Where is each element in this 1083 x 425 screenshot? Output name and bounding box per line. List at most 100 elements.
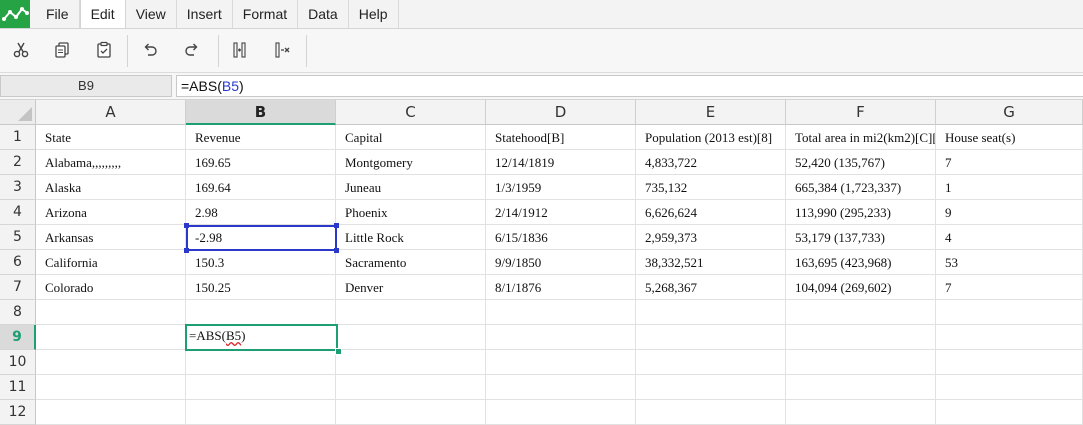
cell-d4[interactable]: 2/14/1912 xyxy=(486,200,636,225)
cell-g12[interactable] xyxy=(936,400,1083,425)
cell-b10[interactable] xyxy=(186,350,336,375)
cell-c7[interactable]: Denver xyxy=(336,275,486,300)
column-header-b[interactable]: B xyxy=(186,100,336,125)
row-header-11[interactable]: 11 xyxy=(0,375,36,400)
cell-c10[interactable] xyxy=(336,350,486,375)
cell-e7[interactable]: 5,268,367 xyxy=(636,275,786,300)
row-header-6[interactable]: 6 xyxy=(0,250,36,275)
cell-g10[interactable] xyxy=(936,350,1083,375)
cell-name-box[interactable]: B9 xyxy=(0,75,172,97)
cell-e10[interactable] xyxy=(636,350,786,375)
cell-b1[interactable]: Revenue xyxy=(186,125,336,150)
cell-e2[interactable]: 4,833,722 xyxy=(636,150,786,175)
cell-e9[interactable] xyxy=(636,325,786,350)
cell-a1[interactable]: State xyxy=(36,125,186,150)
cell-c4[interactable]: Phoenix xyxy=(336,200,486,225)
column-header-f[interactable]: F xyxy=(786,100,936,125)
cell-g7[interactable]: 7 xyxy=(936,275,1083,300)
cell-e12[interactable] xyxy=(636,400,786,425)
cell-b12[interactable] xyxy=(186,400,336,425)
row-header-4[interactable]: 4 xyxy=(0,200,36,225)
cell-d6[interactable]: 9/9/1850 xyxy=(486,250,636,275)
cell-e5[interactable]: 2,959,373 xyxy=(636,225,786,250)
cell-a6[interactable]: California xyxy=(36,250,186,275)
cell-d8[interactable] xyxy=(486,300,636,325)
cell-c11[interactable] xyxy=(336,375,486,400)
cell-f1[interactable]: Total area in mi2(km2)[C][ xyxy=(786,125,936,150)
cell-g3[interactable]: 1 xyxy=(936,175,1083,200)
cell-f11[interactable] xyxy=(786,375,936,400)
row-header-5[interactable]: 5 xyxy=(0,225,36,250)
cell-c5[interactable]: Little Rock xyxy=(336,225,486,250)
cell-a9[interactable] xyxy=(36,325,186,350)
cell-b4[interactable]: 2.98 xyxy=(186,200,336,225)
cell-d2[interactable]: 12/14/1819 xyxy=(486,150,636,175)
row-header-10[interactable]: 10 xyxy=(0,350,36,375)
cell-c1[interactable]: Capital xyxy=(336,125,486,150)
cell-a4[interactable]: Arizona xyxy=(36,200,186,225)
select-all-corner[interactable] xyxy=(0,100,36,125)
undo-button[interactable] xyxy=(137,37,163,63)
cell-f4[interactable]: 113,990 (295,233) xyxy=(786,200,936,225)
cell-e4[interactable]: 6,626,624 xyxy=(636,200,786,225)
cell-b11[interactable] xyxy=(186,375,336,400)
cell-b3[interactable]: 169.64 xyxy=(186,175,336,200)
fill-handle[interactable] xyxy=(335,348,342,355)
cell-b7[interactable]: 150.25 xyxy=(186,275,336,300)
cell-g2[interactable]: 7 xyxy=(936,150,1083,175)
paste-button[interactable] xyxy=(91,37,117,63)
delete-column-button[interactable] xyxy=(270,37,296,63)
menu-format[interactable]: Format xyxy=(233,0,299,28)
column-header-g[interactable]: G xyxy=(936,100,1083,125)
cell-a8[interactable] xyxy=(36,300,186,325)
cut-button[interactable] xyxy=(8,37,34,63)
cell-g9[interactable] xyxy=(936,325,1083,350)
menu-file[interactable]: File xyxy=(36,0,80,28)
cell-f5[interactable]: 53,179 (137,733) xyxy=(786,225,936,250)
cell-f9[interactable] xyxy=(786,325,936,350)
cell-c12[interactable] xyxy=(336,400,486,425)
formula-input[interactable]: =ABS(B5) xyxy=(176,75,1083,97)
cell-g8[interactable] xyxy=(936,300,1083,325)
cell-f6[interactable]: 163,695 (423,968) xyxy=(786,250,936,275)
app-logo[interactable] xyxy=(0,0,30,28)
cell-b6[interactable]: 150.3 xyxy=(186,250,336,275)
cell-d12[interactable] xyxy=(486,400,636,425)
menu-data[interactable]: Data xyxy=(298,0,349,28)
cell-g1[interactable]: House seat(s) xyxy=(936,125,1083,150)
cell-b5[interactable]: -2.98 xyxy=(186,225,336,250)
cell-c3[interactable]: Juneau xyxy=(336,175,486,200)
cell-b8[interactable] xyxy=(186,300,336,325)
cell-c8[interactable] xyxy=(336,300,486,325)
cell-b2[interactable]: 169.65 xyxy=(186,150,336,175)
row-header-8[interactable]: 8 xyxy=(0,300,36,325)
row-header-3[interactable]: 3 xyxy=(0,175,36,200)
row-header-2[interactable]: 2 xyxy=(0,150,36,175)
redo-button[interactable] xyxy=(179,37,205,63)
column-header-c[interactable]: C xyxy=(336,100,486,125)
insert-column-button[interactable] xyxy=(227,37,253,63)
cell-a10[interactable] xyxy=(36,350,186,375)
cell-d9[interactable] xyxy=(486,325,636,350)
menu-help[interactable]: Help xyxy=(349,0,399,28)
cell-f8[interactable] xyxy=(786,300,936,325)
cell-e1[interactable]: Population (2013 est)[8] xyxy=(636,125,786,150)
row-header-7[interactable]: 7 xyxy=(0,275,36,300)
copy-button[interactable] xyxy=(49,37,75,63)
row-header-1[interactable]: 1 xyxy=(0,125,36,150)
active-cell-editor[interactable]: =ABS(B5) xyxy=(185,324,338,351)
cell-g6[interactable]: 53 xyxy=(936,250,1083,275)
cell-f7[interactable]: 104,094 (269,602) xyxy=(786,275,936,300)
cell-f10[interactable] xyxy=(786,350,936,375)
cell-d1[interactable]: Statehood[B] xyxy=(486,125,636,150)
cell-g4[interactable]: 9 xyxy=(936,200,1083,225)
column-header-d[interactable]: D xyxy=(486,100,636,125)
cell-g5[interactable]: 4 xyxy=(936,225,1083,250)
menu-insert[interactable]: Insert xyxy=(177,0,233,28)
cell-f3[interactable]: 665,384 (1,723,337) xyxy=(786,175,936,200)
menu-view[interactable]: View xyxy=(126,0,177,28)
cell-f2[interactable]: 52,420 (135,767) xyxy=(786,150,936,175)
cell-e6[interactable]: 38,332,521 xyxy=(636,250,786,275)
cell-a3[interactable]: Alaska xyxy=(36,175,186,200)
column-header-e[interactable]: E xyxy=(636,100,786,125)
